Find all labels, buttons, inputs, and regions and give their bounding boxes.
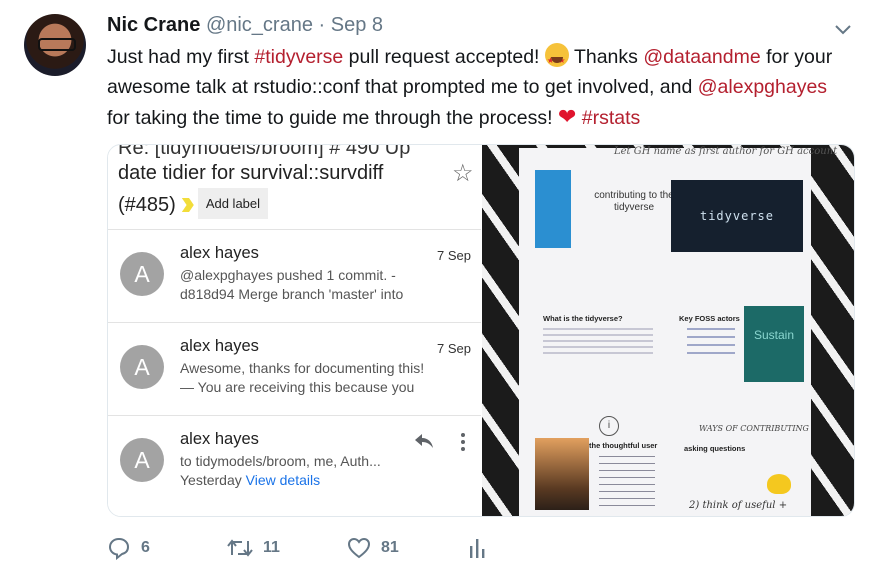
sunset-photo <box>535 438 589 510</box>
tweet-text-part: Just had my first <box>107 46 255 68</box>
like-button[interactable]: 81 <box>347 536 399 560</box>
email-time: Yesterday <box>180 472 246 488</box>
tweet-text-part: Thanks <box>568 46 644 68</box>
blue-card <box>535 170 571 248</box>
sender-avatar: A <box>120 438 164 482</box>
sender-avatar: A <box>120 252 164 296</box>
handwritten-note: Let GH name as first author for GH accou… <box>614 146 838 157</box>
hashtag-tidyverse[interactable]: #tidyverse <box>254 46 343 68</box>
label-tag-icon <box>181 198 194 212</box>
email-snippet-line: d818d94 Merge branch 'master' into <box>180 286 404 302</box>
handwritten-note: WAYS OF CONTRIBUTING <box>699 424 809 433</box>
poster-body-text <box>543 328 653 354</box>
mention-dataandme[interactable]: @dataandme <box>643 46 760 68</box>
email-item: A alex hayes 7 Sep @alexpghayes pushed 1… <box>108 229 481 322</box>
heart-outline-icon <box>347 537 371 559</box>
tweet-text: Just had my first #tidyverse pull reques… <box>107 43 847 134</box>
email-subject: date tidier for survival::survdiff (#485… <box>118 159 438 220</box>
poster-list <box>687 328 735 358</box>
poster-heading: the thoughtful user <box>589 441 658 450</box>
email-item: A alex hayes 7 Sep Awesome, thanks for d… <box>108 322 481 415</box>
reply-icon <box>415 434 433 448</box>
author-avatar[interactable] <box>24 14 86 76</box>
add-label-button: Add label <box>197 188 269 219</box>
poster-heading: Key FOSS actors <box>679 314 740 323</box>
poster-heading: What is the tidyverse? <box>543 314 623 323</box>
analytics-bar-icon <box>470 539 485 558</box>
author-name[interactable]: Nic Crane <box>107 14 200 36</box>
star-outline-icon: ☆ <box>452 160 474 187</box>
issue-number: (#485) <box>118 194 176 216</box>
star-struck-emoji-icon <box>544 43 569 76</box>
email-footer-line: Yesterday View details <box>180 472 320 488</box>
email-date: 7 Sep <box>437 341 471 356</box>
tweet-header: Nic Crane @nic_crane · Sep 8 <box>107 14 383 37</box>
email-item: A alex hayes to tidymodels/broom, me, Au… <box>108 415 481 508</box>
tweet-media[interactable]: Re: [tidymodels/broom] # 490 Up date tid… <box>107 144 855 517</box>
sender-name: alex hayes <box>180 244 259 262</box>
handwritten-lines <box>599 456 655 510</box>
email-screenshot-image[interactable]: Re: [tidymodels/broom] # 490 Up date tid… <box>108 144 481 516</box>
reply-count: 6 <box>141 539 150 556</box>
hashtag-rstats[interactable]: #rstats <box>582 107 641 129</box>
email-snippet-line: @alexpghayes pushed 1 commit. - <box>180 267 396 283</box>
sender-name: alex hayes <box>180 337 259 355</box>
email-subject-cut: Re: [tidymodels/broom] # 490 Up <box>118 144 411 159</box>
chevron-down-icon[interactable] <box>832 18 854 40</box>
sender-name: alex hayes <box>180 430 259 448</box>
handwritten-note: 2) think of useful + <box>689 500 788 511</box>
mention-alexpghayes[interactable]: @alexpghayes <box>698 76 827 98</box>
reply-bubble-icon <box>108 537 130 560</box>
rubber-duck-icon <box>767 474 791 494</box>
red-heart-emoji-icon: ❤ <box>557 104 577 129</box>
email-snippet-line: — You are receiving this because you <box>180 379 415 395</box>
view-details-link: View details <box>245 472 321 488</box>
sender-avatar: A <box>120 345 164 389</box>
poster-photo-image[interactable]: Let GH name as first author for GH accou… <box>482 145 854 516</box>
analytics-button[interactable] <box>467 536 487 560</box>
header-separator: · <box>318 14 326 36</box>
retweet-count: 11 <box>263 539 280 556</box>
tweet-text-part: pull request accepted! <box>343 46 545 68</box>
email-recipients: to tidymodels/broom, me, Auth... <box>180 453 381 469</box>
circled-i-icon: i <box>599 416 619 436</box>
tweet-date[interactable]: Sep 8 <box>331 14 383 36</box>
tweet-text-part: for taking the time to guide me through … <box>107 107 558 129</box>
contributing-poster: Let GH name as first author for GH accou… <box>519 146 837 516</box>
more-vertical-icon <box>461 433 465 451</box>
retweet-icon <box>227 539 253 557</box>
sustain-book-card: Sustain <box>744 306 804 382</box>
poster-heading: asking questions <box>684 444 746 453</box>
issue-title: date tidier for survival::survdiff <box>118 162 384 184</box>
email-snippet-line: Awesome, thanks for documenting this! <box>180 360 425 376</box>
email-date: 7 Sep <box>437 248 471 263</box>
retweet-button[interactable]: 11 <box>227 536 280 560</box>
author-handle[interactable]: @nic_crane <box>206 14 313 36</box>
tidyverse-card: tidyverse <box>671 180 803 252</box>
like-count: 81 <box>381 539 399 556</box>
reply-button[interactable]: 6 <box>107 536 150 560</box>
